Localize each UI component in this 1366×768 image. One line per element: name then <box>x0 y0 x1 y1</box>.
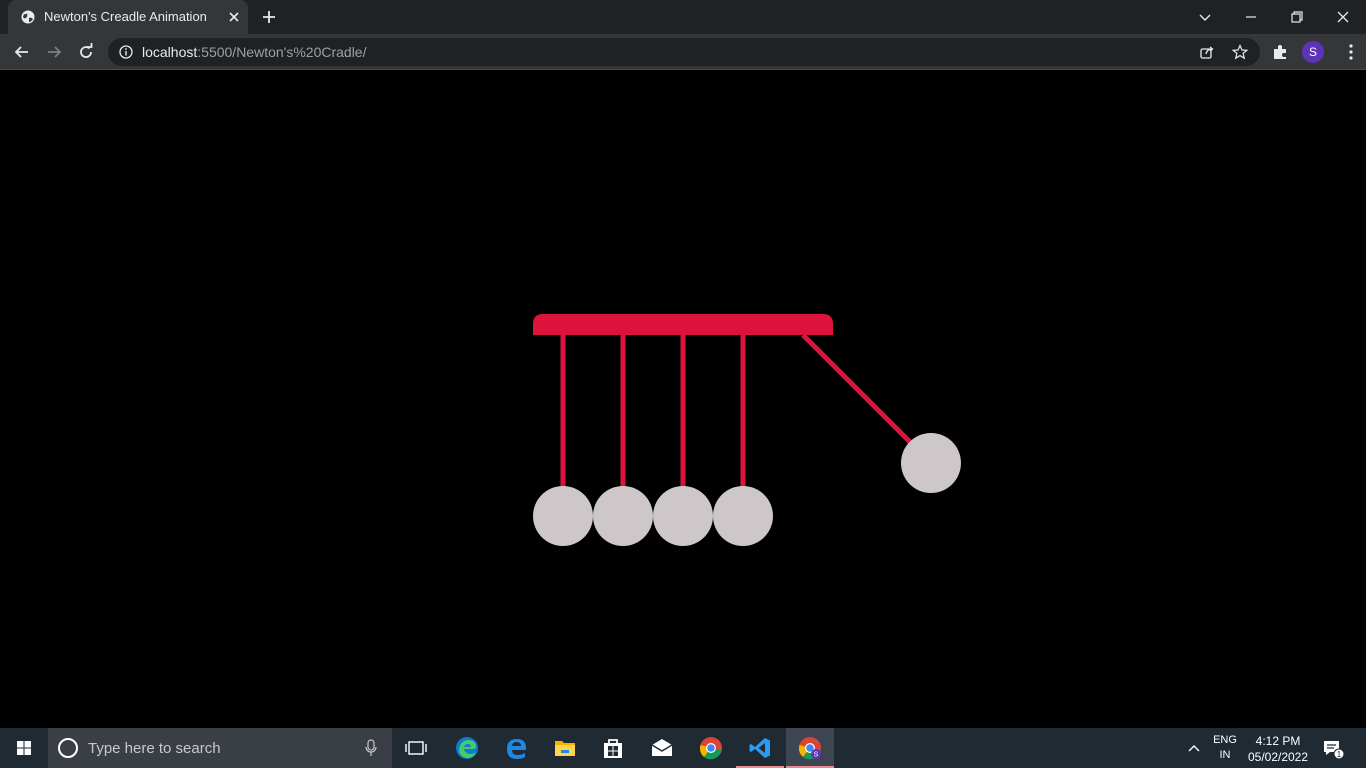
action-center-icon[interactable]: 1 <box>1322 738 1344 760</box>
show-hidden-icons-icon[interactable] <box>1186 741 1202 755</box>
notification-count: 1 <box>1337 750 1342 759</box>
microsoft-store-app-button[interactable] <box>589 728 637 768</box>
tab-active[interactable]: Newton's Creadle Animation <box>8 0 248 34</box>
pendulum-ball <box>713 486 773 546</box>
region-code: IN <box>1219 749 1231 761</box>
language-code: ENG <box>1213 734 1237 746</box>
cradle-frame <box>533 314 833 335</box>
store-bag-icon <box>604 739 622 758</box>
pendulum-ball-swinging <box>900 432 961 493</box>
share-icon[interactable] <box>1199 44 1215 60</box>
chrome-profile-app-button[interactable]: S <box>786 728 834 768</box>
pendulum-ball <box>533 486 593 546</box>
tab-title: Newton's Creadle Animation <box>44 9 207 24</box>
microphone-icon[interactable] <box>364 739 378 757</box>
search-placeholder: Type here to search <box>88 740 221 757</box>
chrome-profile-icon: S <box>798 737 821 760</box>
new-tab-icon[interactable] <box>261 9 277 25</box>
pendulum-ball <box>653 486 713 546</box>
back-icon[interactable] <box>12 42 32 62</box>
taskbar-search[interactable]: Type here to search <box>48 728 392 768</box>
restore-icon[interactable] <box>1287 7 1307 27</box>
bookmark-star-icon[interactable] <box>1232 44 1248 60</box>
mail-app-button[interactable] <box>638 728 686 768</box>
cortana-icon <box>58 738 78 758</box>
pendulum-ball <box>593 486 653 546</box>
mail-icon <box>651 739 673 756</box>
edge-legacy-icon <box>507 739 526 759</box>
folder-icon <box>555 741 575 756</box>
file-explorer-app-button[interactable] <box>541 728 589 768</box>
url-path: :5500/Newton's%20Cradle/ <box>197 44 367 60</box>
windows-taskbar: Type here to search S ENG IN 4:12 PM 05/… <box>0 728 1366 768</box>
chrome-icon <box>699 737 722 760</box>
task-view-icon <box>405 741 427 755</box>
task-view-button[interactable] <box>392 728 440 768</box>
windows-start-icon[interactable] <box>0 728 48 768</box>
globe-icon <box>21 10 35 24</box>
url-text: localhost:5500/Newton's%20Cradle/ <box>142 44 366 60</box>
vscode-icon <box>749 738 770 758</box>
close-tab-icon[interactable] <box>226 9 242 25</box>
minimize-icon[interactable] <box>1241 7 1261 27</box>
chrome-app-button[interactable] <box>687 728 735 768</box>
site-info-icon[interactable] <box>119 45 133 59</box>
url-host: localhost <box>142 44 198 60</box>
tab-search-icon[interactable] <box>1195 7 1215 27</box>
reload-icon[interactable] <box>76 42 96 62</box>
page-viewport <box>0 71 1366 728</box>
address-bar[interactable]: localhost:5500/Newton's%20Cradle/ <box>108 38 1260 66</box>
system-clock[interactable]: 4:12 PM 05/02/2022 <box>1244 733 1312 765</box>
pendulum-string <box>801 333 915 447</box>
profile-avatar[interactable]: S <box>1302 41 1324 63</box>
menu-kebab-icon[interactable] <box>1341 42 1361 62</box>
newtons-cradle <box>533 314 961 546</box>
input-language[interactable]: ENG IN <box>1208 733 1242 763</box>
forward-icon[interactable] <box>44 42 64 62</box>
edge-icon <box>456 737 478 759</box>
close-window-icon[interactable] <box>1333 7 1353 27</box>
edge-legacy-app-button[interactable] <box>492 728 540 768</box>
clock-date: 05/02/2022 <box>1247 750 1309 764</box>
tab-strip: Newton's Creadle Animation <box>0 0 1366 34</box>
extensions-icon[interactable] <box>1270 42 1290 62</box>
svg-text:S: S <box>814 752 819 759</box>
clock-time: 4:12 PM <box>1255 734 1301 748</box>
edge-app-button[interactable] <box>443 728 491 768</box>
vscode-app-button[interactable] <box>736 728 784 768</box>
browser-toolbar: localhost:5500/Newton's%20Cradle/ S <box>0 34 1366 70</box>
